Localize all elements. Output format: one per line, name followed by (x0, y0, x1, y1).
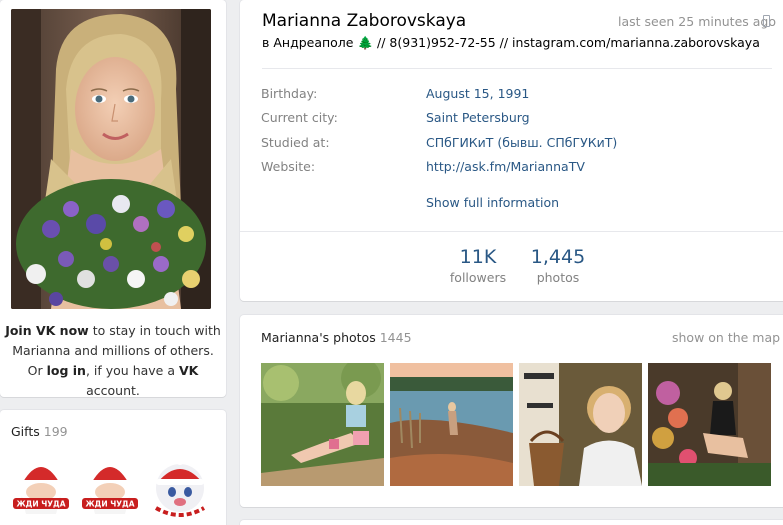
info-label-studied: Studied at: (261, 135, 330, 150)
profile-status: в Андреаполе 🌲 // 8(931)952-72-55 // ins… (262, 35, 760, 50)
info-value-city[interactable]: Saint Petersburg (426, 110, 530, 125)
info-value-website[interactable]: http://ask.fm/MariannaTV (426, 159, 585, 174)
gifts-header[interactable]: Gifts 199 (11, 424, 68, 439)
counter-photos[interactable]: 1,445 photos (526, 246, 590, 287)
info-label-city: Current city: (261, 110, 338, 125)
mobile-icon (763, 15, 770, 27)
avatar-card: Join VK now to stay in touch with Marian… (0, 0, 226, 398)
show-on-map-link[interactable]: show on the map (672, 330, 780, 345)
join-prompt: Join VK now to stay in touch with Marian… (5, 323, 221, 398)
info-value-studied[interactable]: СПбГИКиТ (бывш. СПбГУКиТ) (426, 135, 617, 150)
info-value-birthday[interactable]: August 15, 1991 (426, 86, 529, 101)
photo-thumbnail[interactable] (519, 363, 642, 486)
next-card (240, 520, 783, 525)
divider (240, 231, 783, 232)
svg-text:ЖДИ ЧУДА: ЖДИ ЧУДА (85, 500, 134, 509)
profile-card: Marianna Zaborovskaya last seen 25 minut… (240, 0, 783, 301)
gifts-card: Gifts 199 ЖДИ ЧУДА ЖДИ ЧУДА (0, 410, 226, 525)
divider (262, 68, 772, 69)
photos-header[interactable]: Marianna's photos 1445 (261, 330, 412, 345)
santa-gift-icon[interactable]: ЖДИ ЧУДА (11, 452, 71, 518)
santa-gift-icon[interactable]: ЖДИ ЧУДА (80, 452, 140, 518)
photo-thumbnail[interactable] (648, 363, 771, 486)
last-seen-status: last seen 25 minutes ago (618, 14, 777, 29)
photo-thumbnail[interactable] (261, 363, 384, 486)
login-link[interactable]: log in (47, 363, 86, 378)
bear-gift-icon[interactable] (150, 452, 210, 518)
profile-name: Marianna Zaborovskaya (262, 11, 467, 31)
info-label-birthday: Birthday: (261, 86, 318, 101)
info-label-website: Website: (261, 159, 316, 174)
profile-avatar[interactable] (11, 9, 211, 309)
svg-text:ЖДИ ЧУДА: ЖДИ ЧУДА (16, 500, 65, 509)
photos-card: Marianna's photos 1445 show on the map (240, 315, 783, 507)
photos-count: 1445 (379, 330, 412, 345)
tree-icon: 🌲 (357, 35, 374, 50)
counter-followers[interactable]: 11K followers (445, 246, 511, 287)
gifts-count: 199 (43, 424, 68, 439)
show-full-info-link[interactable]: Show full information (426, 195, 559, 210)
join-vk-link[interactable]: Join VK now (5, 323, 89, 338)
photo-thumbnail[interactable] (390, 363, 513, 486)
